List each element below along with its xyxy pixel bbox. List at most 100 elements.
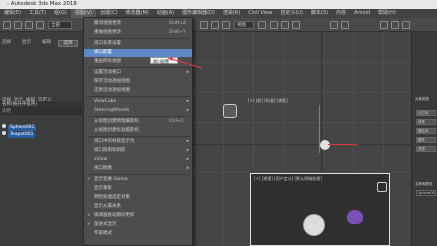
scene-object-row[interactable]: Sphere001 <box>2 124 37 131</box>
window-title: - Autodesk 3ds Max 2018 <box>7 1 77 7</box>
menu-item[interactable]: ViewCube ▸ <box>84 98 192 106</box>
menu-item[interactable]: 视口背景设置 <box>84 40 192 48</box>
menu-item[interactable]: ✓ 微调器拖动期间更新 <box>84 212 192 220</box>
unlink-icon[interactable] <box>25 21 33 29</box>
object-name-field[interactable]: Sphere001 <box>416 190 436 196</box>
align-icon[interactable] <box>341 21 349 29</box>
cylinder-button[interactable]: 圆柱体 <box>416 128 436 134</box>
menubar-item-group[interactable]: 组(G) <box>50 9 71 18</box>
menu-item-shortcut: Ctrl+C <box>169 119 184 124</box>
reference-coordinate-dropdown[interactable]: 视图 <box>234 21 254 29</box>
menu-item[interactable]: 撤消视图更改 Shift+Z <box>84 20 192 28</box>
menu-item-label: 视口中的材质显示为 <box>94 139 135 144</box>
left-tab-edit[interactable]: 编辑 <box>42 40 51 46</box>
menu-separator <box>88 96 190 97</box>
menubar-item-rendering[interactable]: 渲染(R) <box>219 9 244 18</box>
submenu-arrow-icon: ▸ <box>186 157 189 162</box>
menu-item[interactable]: ✓ 显示变换 Gizmo <box>84 176 192 184</box>
menu-separator <box>88 116 190 117</box>
window-title-bar: - Autodesk 3ds Max 2018 <box>0 0 437 9</box>
menubar-item-scripting[interactable]: 脚本(S) <box>307 9 332 18</box>
visibility-icon[interactable] <box>2 124 6 128</box>
viewport-label[interactable]: [+] [前] [标准] [线框] <box>248 98 288 104</box>
pivot-icon[interactable] <box>258 21 266 29</box>
undo-icon[interactable] <box>3 21 11 29</box>
menu-item[interactable]: SteeringWheels ▸ <box>84 107 192 115</box>
visibility-icon[interactable] <box>2 131 6 135</box>
menubar-item-content[interactable]: 内容 <box>332 9 350 18</box>
render-frame-icon[interactable] <box>391 21 399 29</box>
menu-item-label: 显示重影 <box>94 186 112 191</box>
torus-button[interactable]: 圆环 <box>416 137 436 143</box>
move-icon[interactable] <box>200 21 208 29</box>
teapot-button[interactable]: 茶壶 <box>416 146 436 152</box>
left-tab-select[interactable]: 选择 <box>2 40 11 46</box>
object-type-label: 对象类型 <box>415 97 429 101</box>
menu-separator <box>88 38 190 39</box>
checkmark-icon: ✓ <box>87 222 91 227</box>
menu-item-label: ViewCube <box>94 99 117 104</box>
menu-item[interactable]: 视口照明和阴影 ▸ <box>84 147 192 155</box>
menu-item[interactable]: 专家模式 <box>84 230 192 238</box>
submenu-arrow-icon: ▸ <box>186 166 189 171</box>
menu-item-shortcut: Shift+Z <box>169 21 187 26</box>
render-icon[interactable] <box>402 21 410 29</box>
menubar-item-civil-view[interactable]: Civil View <box>244 9 276 18</box>
viewcube-icon[interactable] <box>223 104 237 118</box>
menu-item[interactable]: 设置活动视口 ▸ <box>84 69 192 77</box>
menu-item-label: SteeringWheels <box>94 108 130 113</box>
select-button[interactable]: 选择 <box>58 40 78 47</box>
angle-snap-icon[interactable] <box>281 21 289 29</box>
menu-item-label: 视口背景设置 <box>94 41 121 46</box>
persp-viewcube-icon[interactable] <box>377 182 387 192</box>
menu-item[interactable]: 从视图创建物理摄影机 Ctrl+C <box>84 118 192 126</box>
menubar-item-tools[interactable]: 工具(T) <box>25 9 50 18</box>
mirror-icon[interactable] <box>330 21 338 29</box>
menubar-item-arnold[interactable]: Arnold <box>350 9 374 18</box>
menu-item-shortcut: Shift+Y <box>169 30 186 35</box>
selection-filter-value: 全部 <box>51 23 60 28</box>
menu-item[interactable]: 从视图创建标准摄影机 <box>84 127 192 135</box>
menu-item[interactable]: 还原活动透视视图 <box>84 87 192 95</box>
menu-item[interactable]: 视口图像 ▸ <box>84 165 192 173</box>
render-setup-icon[interactable] <box>380 21 388 29</box>
snap-icon[interactable] <box>270 21 278 29</box>
rotate-icon[interactable] <box>211 21 219 29</box>
menu-item[interactable]: 明暗处理选定对象 <box>84 194 192 202</box>
left-tab-display[interactable]: 显示 <box>22 40 31 46</box>
perspective-viewport[interactable]: [+] [透视] [用户定义] [默认明暗处理] <box>250 173 390 246</box>
scene-object-row[interactable]: Teapot001 <box>2 131 36 138</box>
link-icon[interactable] <box>14 21 22 29</box>
menu-item-label: 设置活动视口 <box>94 70 121 75</box>
menubar-item-customize[interactable]: 自定义(U) <box>276 9 307 18</box>
selection-filter-dropdown[interactable]: 全部 <box>48 21 72 29</box>
sphere-object[interactable] <box>320 140 330 150</box>
menubar-item-help[interactable]: 帮助(H) <box>374 9 400 18</box>
menu-item[interactable]: 显示从属关系 <box>84 203 192 211</box>
menu-item-label: xView <box>94 157 108 162</box>
menu-item[interactable]: 显示重影 <box>84 185 192 193</box>
menu-bar: 编辑(E) 工具(T) 组(G) 视图(V) 创建(C) 修改器(M) 动画(A) 图形编辑器… <box>0 9 437 18</box>
sphere-object-render[interactable] <box>303 214 325 236</box>
scene-explorer-header[interactable]: 名称(按升序排序) <box>0 101 82 108</box>
menu-item-label: 视口图像 <box>94 166 112 171</box>
menu-item[interactable]: xView ▸ <box>84 156 192 164</box>
percent-snap-icon[interactable] <box>292 21 300 29</box>
scale-icon[interactable] <box>222 21 230 29</box>
menu-item-label: 重做视图更改 <box>94 30 121 35</box>
menubar-item-edit[interactable]: 编辑(E) <box>0 9 25 18</box>
sphere-button[interactable]: 球体 <box>416 119 436 125</box>
menu-item[interactable]: 重做视图更改 Shift+Y <box>84 29 192 37</box>
bind-icon[interactable] <box>36 21 44 29</box>
main-toolbar: 全部 视图 <box>0 18 437 32</box>
teapot-object-render[interactable] <box>347 210 363 224</box>
name-color-label: 名称和颜色 <box>415 182 433 186</box>
menu-item[interactable]: 保存活动透视视图 <box>84 78 192 86</box>
box-button[interactable]: 长方体 <box>416 110 436 116</box>
menu-item[interactable]: 视口中的材质显示为 ▸ <box>84 138 192 146</box>
menu-item[interactable]: ✓ 渐进式显示 <box>84 221 192 229</box>
scene-object-label: Teapot001 <box>8 131 36 138</box>
submenu-arrow-icon: ▸ <box>186 139 189 144</box>
persp-viewport-label[interactable]: [+] [透视] [用户定义] [默认明暗处理] <box>254 176 322 182</box>
menu-separator <box>88 136 190 137</box>
